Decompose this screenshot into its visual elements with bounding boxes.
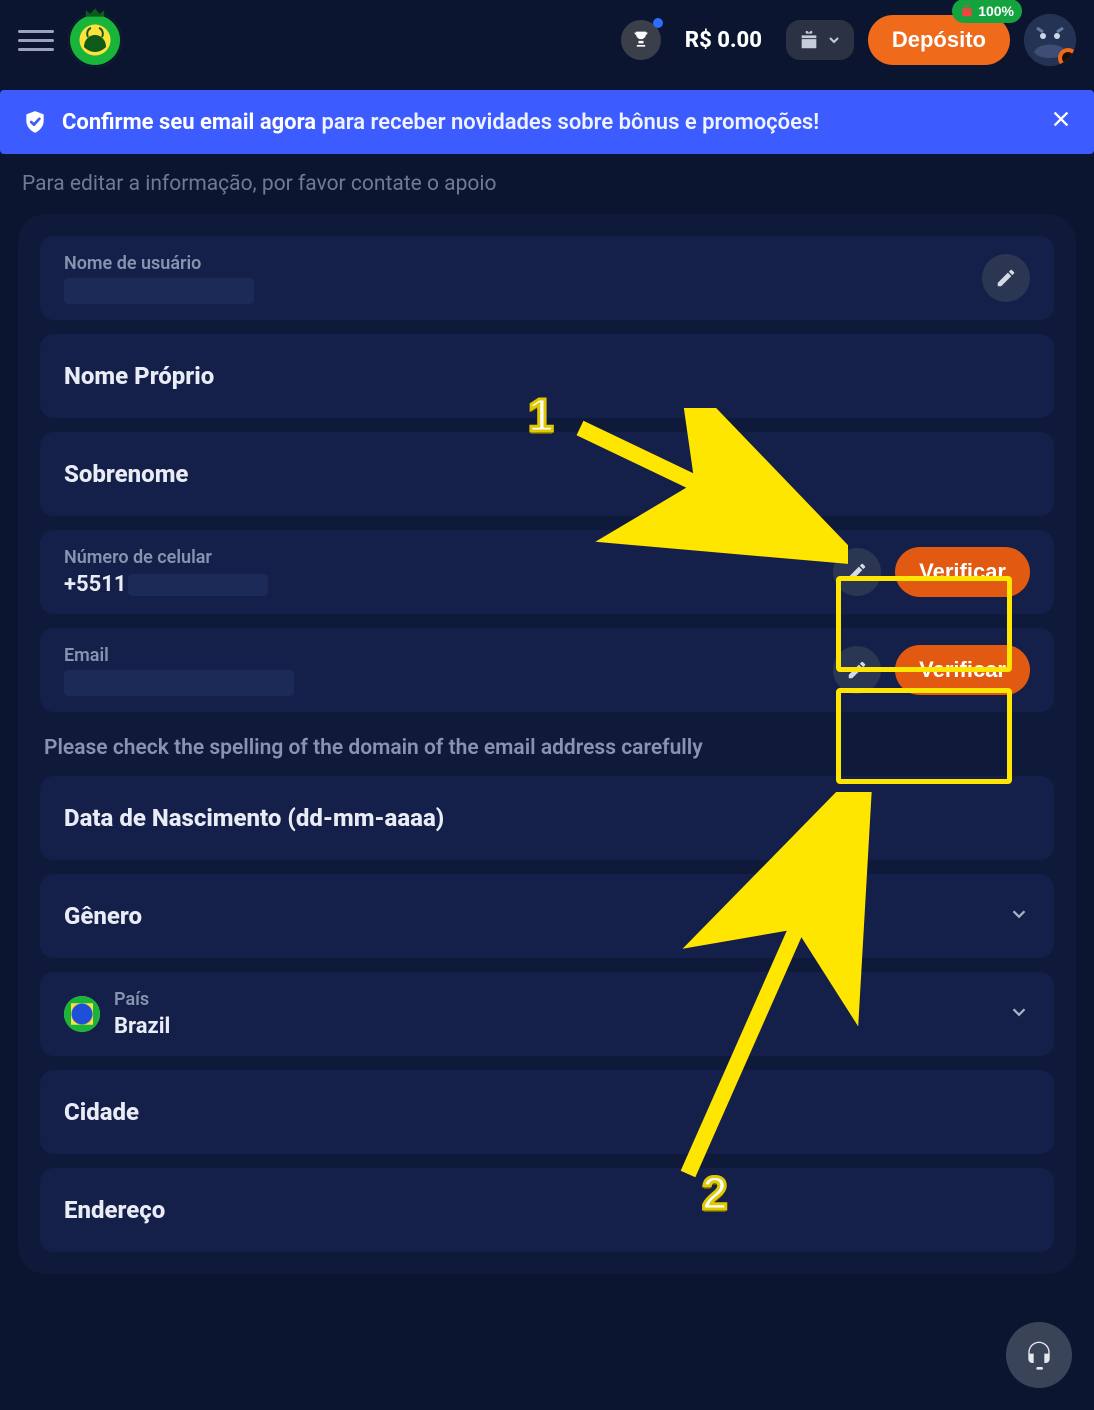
avatar-badge-icon [1058, 48, 1076, 66]
edit-username-button[interactable] [982, 254, 1030, 302]
phone-prefix: +5511 [64, 572, 126, 597]
lion-icon [68, 13, 122, 67]
profile-form: Nome de usuário Nome Próprio Sobrenome N… [18, 214, 1076, 1274]
deposit-button-label: Depósito [892, 27, 986, 52]
field-address[interactable]: Endereço [40, 1168, 1054, 1252]
avatar[interactable] [1024, 14, 1076, 66]
menu-button[interactable] [18, 22, 54, 58]
deposit-button[interactable]: Depósito 100% [868, 15, 1010, 65]
flag-brazil-icon [64, 996, 100, 1032]
field-email: Email Verificar [40, 628, 1054, 712]
field-first-name[interactable]: Nome Próprio [40, 334, 1054, 418]
balance-display: R$ 0.00 [675, 28, 772, 53]
field-label: Sobrenome [64, 460, 188, 488]
banner-close-button[interactable] [1050, 108, 1072, 136]
headset-icon [1023, 1339, 1055, 1371]
gift-dropdown[interactable] [786, 20, 854, 60]
field-username: Nome de usuário [40, 236, 1054, 320]
field-label: Cidade [64, 1098, 139, 1126]
confirm-email-banner[interactable]: Confirme seu email agora para receber no… [0, 90, 1094, 154]
redacted-value [64, 278, 254, 304]
redacted-value [64, 670, 294, 696]
shield-check-icon [22, 109, 48, 135]
trophy-button[interactable] [621, 20, 661, 60]
edit-info-note: Para editar a informação, por favor cont… [0, 154, 1094, 206]
field-country[interactable]: País Brazil [40, 972, 1054, 1056]
field-phone: Número de celular +5511 Verificar [40, 530, 1054, 614]
field-city[interactable]: Cidade [40, 1070, 1054, 1154]
close-icon [1050, 108, 1072, 130]
field-dob[interactable]: Data de Nascimento (dd-mm-aaaa) [40, 776, 1054, 860]
edit-phone-button[interactable] [833, 548, 881, 596]
site-logo[interactable] [68, 13, 122, 67]
field-value: Brazil [114, 1014, 994, 1039]
deposit-bonus-badge: 100% [952, 0, 1022, 23]
pencil-icon [846, 561, 868, 583]
banner-rest: para receber novidades sobre bônus e pro… [316, 110, 819, 135]
pencil-icon [995, 267, 1017, 289]
field-last-name[interactable]: Sobrenome [40, 432, 1054, 516]
field-label: Nome Próprio [64, 362, 214, 390]
gift-icon [960, 4, 974, 18]
field-label: Endereço [64, 1196, 165, 1224]
redacted-value [128, 574, 268, 596]
email-domain-hint: Please check the spelling of the domain … [40, 726, 1054, 776]
notification-dot-icon [653, 18, 663, 28]
field-label: Email [64, 645, 819, 666]
support-button[interactable] [1006, 1322, 1072, 1388]
field-label: País [114, 989, 994, 1010]
pencil-icon [846, 659, 868, 681]
field-label: Data de Nascimento (dd-mm-aaaa) [64, 804, 444, 832]
banner-strong: Confirme seu email agora [62, 110, 316, 135]
edit-email-button[interactable] [833, 646, 881, 694]
field-label: Gênero [64, 902, 142, 930]
verify-email-button[interactable]: Verificar [895, 645, 1030, 695]
field-gender[interactable]: Gênero [40, 874, 1054, 958]
verify-phone-button[interactable]: Verificar [895, 547, 1030, 597]
chevron-down-icon [1008, 903, 1030, 929]
field-label: Número de celular [64, 547, 819, 568]
gift-icon [798, 29, 820, 51]
topbar: R$ 0.00 Depósito 100% [0, 0, 1094, 80]
trophy-icon [631, 30, 651, 50]
field-label: Nome de usuário [64, 253, 968, 274]
chevron-down-icon [826, 32, 842, 48]
chevron-down-icon [1008, 1001, 1030, 1027]
